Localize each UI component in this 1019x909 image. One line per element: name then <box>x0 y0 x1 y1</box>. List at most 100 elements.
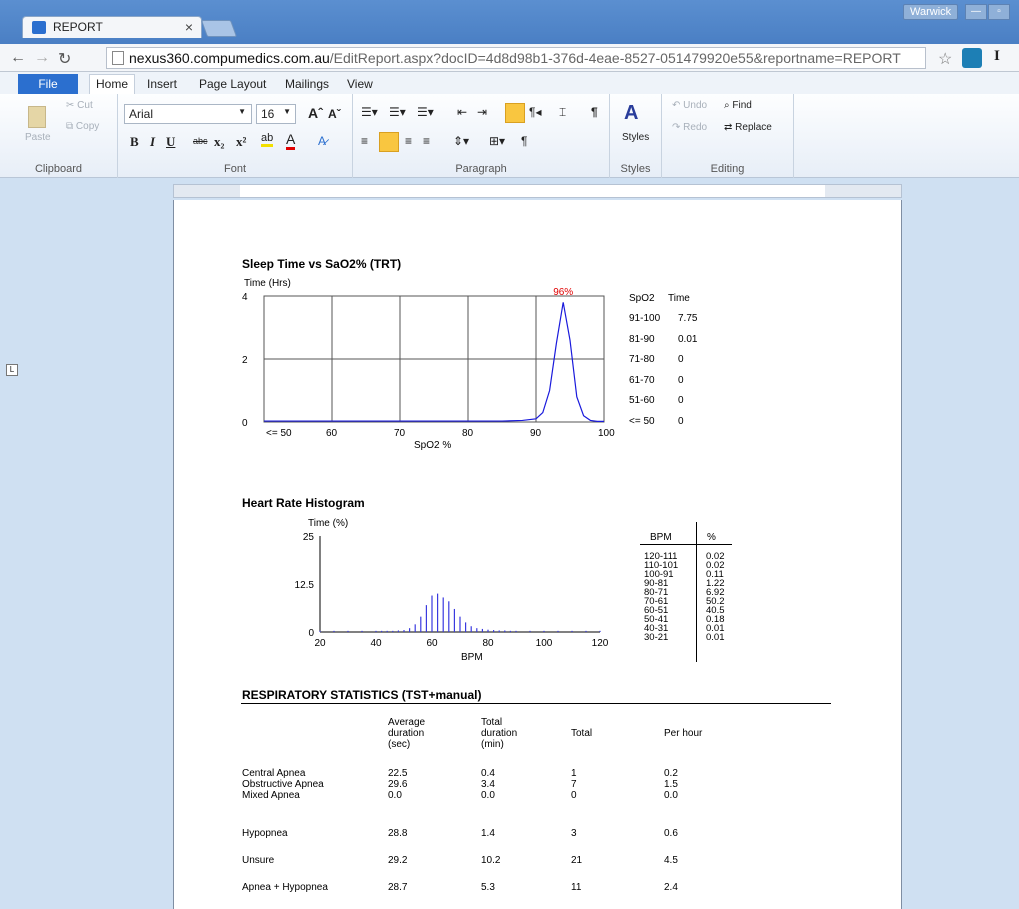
bullets-icon[interactable]: ☰▾ <box>361 105 378 119</box>
tab-file[interactable]: File <box>18 74 78 94</box>
font-name-select[interactable]: Arial ▼ <box>124 104 252 124</box>
tab-home[interactable]: Home <box>89 74 135 95</box>
align-left-icon[interactable]: ≡ <box>361 134 368 148</box>
url-input[interactable]: nexus360.compumedics.com.au/EditReport.a… <box>106 47 926 69</box>
chart2-xtick: 40 <box>370 638 382 649</box>
align-center-icon[interactable] <box>379 132 399 152</box>
increase-indent-icon[interactable]: ⇥ <box>477 105 487 119</box>
shrink-font-icon[interactable]: Aˇ <box>328 107 341 121</box>
superscript-icon[interactable]: x² <box>236 134 246 150</box>
borders-icon[interactable]: ⊞▾ <box>489 134 505 148</box>
ruler-left-margin <box>174 185 240 197</box>
multilevel-list-icon[interactable]: ☰▾ <box>417 105 434 119</box>
undo-label: Undo <box>683 100 708 111</box>
numbering-icon[interactable]: ☰▾ <box>389 105 406 119</box>
new-tab-button[interactable] <box>200 20 238 37</box>
ltr-icon[interactable] <box>505 103 525 123</box>
chart1-xtick: 80 <box>462 428 474 439</box>
spo2-time-cell: 7.75 <box>678 313 698 324</box>
subscript-icon[interactable]: x₂ <box>214 134 224 150</box>
editing-group: ↶ Undo ↷ Redo ⌕ Find ⇄ Replace Editing <box>662 94 794 178</box>
spo2-time-cell: 0.01 <box>678 333 698 345</box>
url-host: nexus360.compumedics.com.au <box>129 50 330 66</box>
styles-label: Styles <box>620 163 651 175</box>
resp-cell-ph: 0.0 <box>664 790 678 801</box>
resp-cell-ph: 0.2 <box>664 768 678 779</box>
find-button[interactable]: ⌕ Find <box>724 100 752 111</box>
bold-icon[interactable]: B <box>130 134 139 150</box>
decrease-indent-icon[interactable]: ⇤ <box>457 105 467 119</box>
minimize-icon[interactable]: — <box>965 4 987 20</box>
resp-cell-label: Hypopnea <box>242 828 288 839</box>
underline-icon[interactable]: U <box>166 134 175 150</box>
user-profile-button[interactable]: Warwick <box>903 4 959 20</box>
resp-cell-label: Apnea + Hypopnea <box>242 882 328 893</box>
tab-view[interactable]: View <box>347 77 373 91</box>
paste-button[interactable]: Paste <box>25 132 51 143</box>
copy-button[interactable]: ⧉ Copy <box>66 121 99 132</box>
chart2-xtick: 120 <box>592 638 609 649</box>
highlight-icon[interactable]: ab <box>261 132 274 147</box>
chart2-xtick: 80 <box>482 638 494 649</box>
redo-button[interactable]: ↷ Redo <box>672 122 707 133</box>
chart1-xtick: 90 <box>530 428 542 439</box>
justify-icon[interactable]: ≡ <box>423 134 430 148</box>
chart2-ytick: 12.5 <box>295 580 315 591</box>
styles-button[interactable]: Styles <box>622 132 649 143</box>
clipboard-group: Paste ✂ Cut ⧉ Copy Clipboard <box>0 94 118 178</box>
cut-button[interactable]: ✂ Cut <box>66 100 93 111</box>
tab-mailings[interactable]: Mailings <box>285 77 329 91</box>
show-marks-icon[interactable]: ⌶ <box>559 105 566 120</box>
back-arrow-icon[interactable]: ← <box>10 49 26 67</box>
browser-tab[interactable]: REPORT × <box>22 16 202 38</box>
resp-cell-total: 0 <box>571 790 577 801</box>
font-label: Font <box>223 163 246 175</box>
resp-cell-dur: 3.4 <box>481 779 495 790</box>
url-path: /EditReport.aspx?docID=4d8d98b1-376d-4ea… <box>329 50 901 66</box>
clear-format-icon[interactable]: A̷ <box>318 134 326 148</box>
bookmark-star-icon[interactable]: ☆ <box>938 49 952 69</box>
resp-cell-avg: 29.6 <box>388 779 408 790</box>
strikethrough-icon[interactable]: abc <box>193 136 208 146</box>
pilcrow-icon[interactable]: ¶ <box>591 105 598 119</box>
rtl-icon[interactable]: ¶◂ <box>529 105 541 119</box>
resp-cell-dur: 1.4 <box>481 828 495 839</box>
undo-button[interactable]: ↶ Undo <box>672 100 707 111</box>
address-toolbar: ← → ↻ nexus360.compumedics.com.au/EditRe… <box>0 44 1019 72</box>
resp-cell-avg: 28.7 <box>388 882 408 893</box>
tab-page-layout[interactable]: Page Layout <box>199 77 266 91</box>
spo2-table-header-time: Time <box>668 293 690 304</box>
font-size-select[interactable]: 16 ▼ <box>256 104 296 124</box>
paragraph-settings-icon[interactable]: ¶ <box>521 134 527 148</box>
close-tab-icon[interactable]: × <box>185 19 193 35</box>
tab-insert[interactable]: Insert <box>147 77 177 91</box>
extension-i-icon[interactable]: I <box>994 48 1000 65</box>
reload-icon[interactable]: ↻ <box>58 49 71 69</box>
ribbon: Paste ✂ Cut ⧉ Copy Clipboard Arial ▼ 16 ▼ … <box>0 94 1019 178</box>
resp-cell-dur: 5.3 <box>481 882 495 893</box>
maximize-icon[interactable]: ▫ <box>988 4 1010 20</box>
paragraph-label: Paragraph <box>455 163 507 175</box>
align-right-icon[interactable]: ≡ <box>405 134 412 148</box>
resp-cell-total: 21 <box>571 855 583 866</box>
chevron-down-icon: ▼ <box>238 107 246 116</box>
editing-label: Editing <box>710 163 745 175</box>
replace-button[interactable]: ⇄ Replace <box>724 122 772 133</box>
font-color-icon[interactable]: A <box>286 131 296 150</box>
spo2-range-cell: <= 50 <box>629 415 655 427</box>
grow-font-icon[interactable]: Aˆ <box>308 105 323 121</box>
resp-header-perhour: Per hour <box>664 728 703 739</box>
line-spacing-icon[interactable]: ⇕▾ <box>453 134 469 148</box>
spo2-range-cell: 91-100 <box>629 313 661 324</box>
document-page[interactable]: Sleep Time vs SaO2% (TRT) Time (Hrs) 420… <box>173 200 902 909</box>
styles-group: A Styles Styles <box>610 94 662 178</box>
find-label: Find <box>732 100 752 111</box>
horizontal-ruler[interactable] <box>173 184 902 198</box>
chart1-xtick: <= 50 <box>266 428 292 439</box>
tab-stop-selector[interactable]: L <box>6 364 18 376</box>
chart1-ytick: 0 <box>242 418 248 429</box>
resp-cell-label: Obstructive Apnea <box>242 779 324 790</box>
italic-icon[interactable]: I <box>150 134 155 150</box>
extension-icon[interactable] <box>962 48 982 68</box>
forward-arrow-icon[interactable]: → <box>34 49 50 67</box>
